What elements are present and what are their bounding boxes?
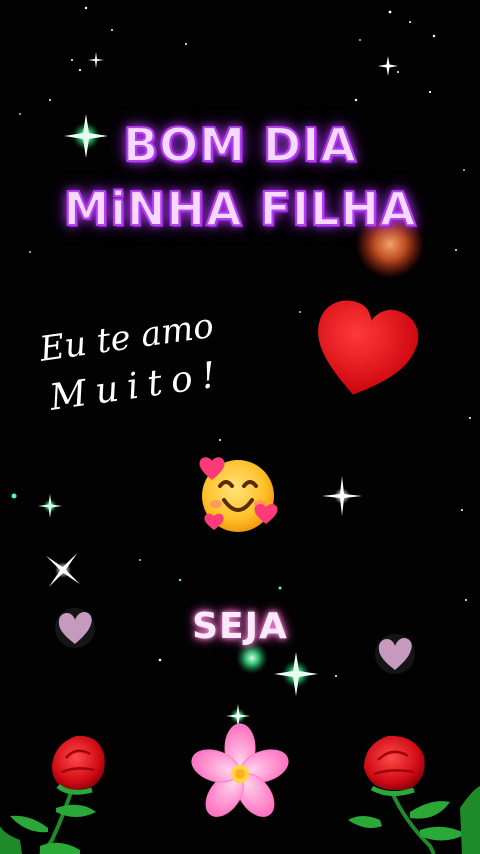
red-rose-icon [0,735,105,854]
red-heart-icon [318,300,419,395]
sparkle-icon [38,494,62,518]
sparkle-icon [378,56,398,76]
sparkle-icon [274,652,318,696]
greeting-title-line-2: MiNHA FILHA [62,181,417,237]
red-rose-icon [348,735,480,854]
sparkle-icon [46,553,80,587]
pink-flower-icon [191,723,289,817]
footer-word: SEJA [192,606,288,647]
sparkle-icon [88,52,104,68]
greeting-title-line-1: BOM DIA [122,117,357,173]
sparkle-icon [322,476,362,516]
smiling-face-with-hearts-icon [199,457,278,532]
greeting-card: BOM DIA MiNHA FILHA Eu te amo Muito! SEJ… [0,0,480,854]
